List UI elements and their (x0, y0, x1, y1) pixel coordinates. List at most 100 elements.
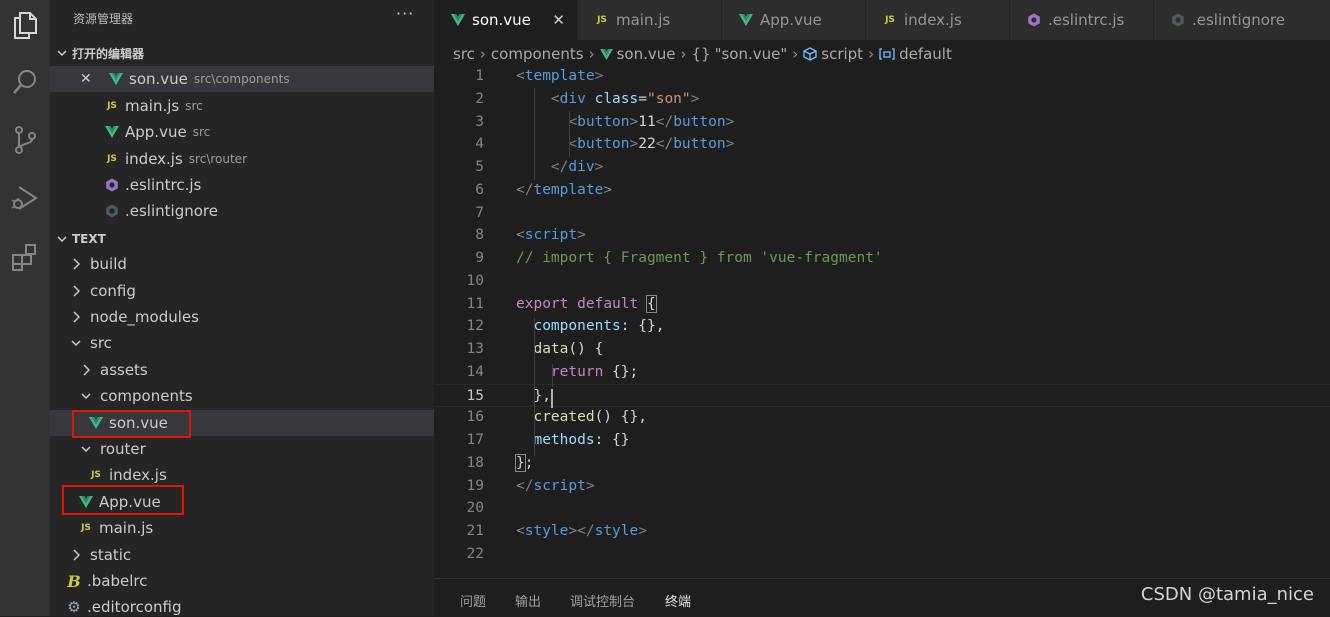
tree-item-build[interactable]: build (50, 251, 434, 277)
code-line[interactable]: 7 (434, 202, 1330, 225)
eslintignore-icon (104, 203, 120, 219)
close-icon[interactable]: ✕ (552, 11, 565, 29)
text-cursor (551, 389, 553, 408)
tab-main-js[interactable]: JS main.js (578, 0, 722, 40)
open-editor-eslintignore[interactable]: .eslintignore (50, 198, 434, 224)
tree-item-label: build (90, 255, 127, 273)
breadcrumb-block-label: "son.vue" (714, 45, 788, 63)
tree-item-src[interactable]: src (50, 330, 434, 356)
tree-item-router[interactable]: router (50, 436, 434, 462)
breadcrumb-script[interactable]: script (803, 45, 863, 63)
tab-terminal[interactable]: 终端 (665, 591, 691, 610)
code-line[interactable]: 14 return {}; (434, 361, 1330, 384)
run-debug-icon[interactable] (0, 173, 50, 223)
line-number: 12 (466, 318, 484, 335)
code-line[interactable]: 19 </script> (434, 475, 1330, 498)
breadcrumb-src[interactable]: src (453, 45, 475, 63)
open-editor-path: src\router (188, 152, 247, 166)
code-line[interactable]: 1 <template> (434, 65, 1330, 88)
tree-item-editorconfig[interactable]: ⚙ .editorconfig (50, 594, 434, 616)
code-token: > (603, 181, 613, 198)
tab-eslintrc[interactable]: .eslintrc.js (1010, 0, 1154, 40)
tab-eslintignore[interactable]: .eslintignore (1154, 0, 1330, 40)
watermark: CSDN @tamia_nice (1140, 584, 1314, 605)
tab-son-vue[interactable]: son.vue ✕ (434, 0, 578, 40)
open-editor-app-vue[interactable]: App.vue src (50, 119, 434, 145)
tree-item-label: src (90, 334, 112, 352)
code-line[interactable]: 2 <div class="son"> (434, 88, 1330, 111)
tree-item-main-js[interactable]: JS main.js (50, 515, 434, 541)
code-line[interactable]: 6 </template> (434, 179, 1330, 202)
tree-item-label: son.vue (109, 414, 168, 432)
tab-problems[interactable]: 问题 (460, 591, 486, 610)
open-editor-main-js[interactable]: JS main.js src (50, 93, 434, 119)
code-line[interactable]: 8 <script> (434, 224, 1330, 247)
code-token: {}; (603, 363, 639, 380)
line-number: 20 (466, 500, 484, 517)
open-editor-index-js[interactable]: JS index.js src\router (50, 146, 434, 172)
open-editor-path: src (192, 125, 211, 139)
tree-item-app-vue[interactable]: App.vue (50, 489, 434, 515)
tree-item-node-modules[interactable]: node_modules (50, 304, 434, 330)
chevron-right-icon (70, 311, 82, 323)
tree-item-babelrc[interactable]: B .babelrc (50, 568, 434, 594)
tree-item-son-vue[interactable]: son.vue (50, 410, 434, 436)
code-line[interactable]: 21 <style></style> (434, 520, 1330, 543)
source-control-icon[interactable] (0, 115, 50, 165)
code-line[interactable]: 15 }, (434, 383, 1330, 407)
tree-item-static[interactable]: static (50, 542, 434, 568)
open-editor-name: .eslintrc.js (125, 176, 202, 194)
tab-app-vue[interactable]: App.vue (722, 0, 866, 40)
breadcrumb-file[interactable]: son.vue (599, 45, 675, 63)
tree-item-assets[interactable]: assets (50, 357, 434, 383)
code-line[interactable]: 20 (434, 497, 1330, 520)
vue-icon (78, 494, 94, 510)
code-line[interactable]: 12 components: {}, (434, 315, 1330, 338)
code-text: <script> (516, 224, 586, 247)
code-token: () {}, (594, 409, 647, 426)
line-number: 10 (466, 272, 484, 289)
js-icon: JS (91, 470, 101, 480)
vue-icon (450, 12, 466, 28)
tree-item-config[interactable]: config (50, 278, 434, 304)
code-line[interactable]: 22 (434, 543, 1330, 566)
code-line[interactable]: 11 export default { (434, 293, 1330, 316)
breadcrumb-block[interactable]: {} "son.vue" (691, 45, 787, 63)
code-token: () { (568, 341, 604, 357)
code-line[interactable]: 9 // import { Fragment } from 'vue-fragme… (434, 247, 1330, 270)
chevron-down-icon (56, 234, 68, 244)
tree-item-components[interactable]: components (50, 383, 434, 409)
breadcrumb-default[interactable]: default (879, 45, 952, 63)
tab-index-js[interactable]: JS index.js (866, 0, 1010, 40)
extensions-icon[interactable] (0, 232, 50, 282)
more-actions-icon[interactable]: ··· (396, 4, 414, 23)
tab-debug-console[interactable]: 调试控制台 (570, 591, 635, 610)
code-token: < (550, 90, 560, 107)
open-editor-eslintrc[interactable]: .eslintrc.js (50, 172, 434, 198)
open-editor-name: main.js (125, 97, 180, 115)
project-header[interactable]: TEXT (50, 226, 434, 252)
code-line[interactable]: 18}; (434, 452, 1330, 475)
code-line[interactable]: 10 (434, 270, 1330, 293)
vue-icon (599, 48, 613, 60)
code-line[interactable]: 13 data() { (434, 338, 1330, 361)
search-icon[interactable] (0, 57, 50, 107)
explorer-icon[interactable] (0, 0, 50, 50)
tree-item-index-js[interactable]: JS index.js (50, 462, 434, 488)
close-icon[interactable]: ✕ (80, 71, 96, 87)
tab-output[interactable]: 输出 (515, 591, 541, 610)
code-line[interactable]: 17 methods: {} (434, 429, 1330, 452)
open-editors-header[interactable]: 打开的编辑器 (50, 40, 434, 66)
code-line[interactable]: 5 </div> (434, 156, 1330, 179)
code-token: { (645, 294, 657, 313)
code-editor[interactable]: 1 <template> 2 <div class="son"> 3 <button>… (434, 65, 1330, 575)
line-number: 17 (466, 432, 484, 448)
open-editor-son-vue[interactable]: ✕ son.vue src\components (50, 66, 434, 92)
code-text: }; (515, 452, 533, 475)
explorer-sidebar: 资源管理器 ··· 打开的编辑器 ✕ son.vue src\component… (50, 0, 434, 616)
breadcrumb-components[interactable]: components (491, 45, 584, 63)
tab-label: main.js (616, 11, 671, 29)
line-number: 2 (475, 90, 484, 107)
code-line[interactable]: 16 created() {}, (434, 406, 1330, 429)
